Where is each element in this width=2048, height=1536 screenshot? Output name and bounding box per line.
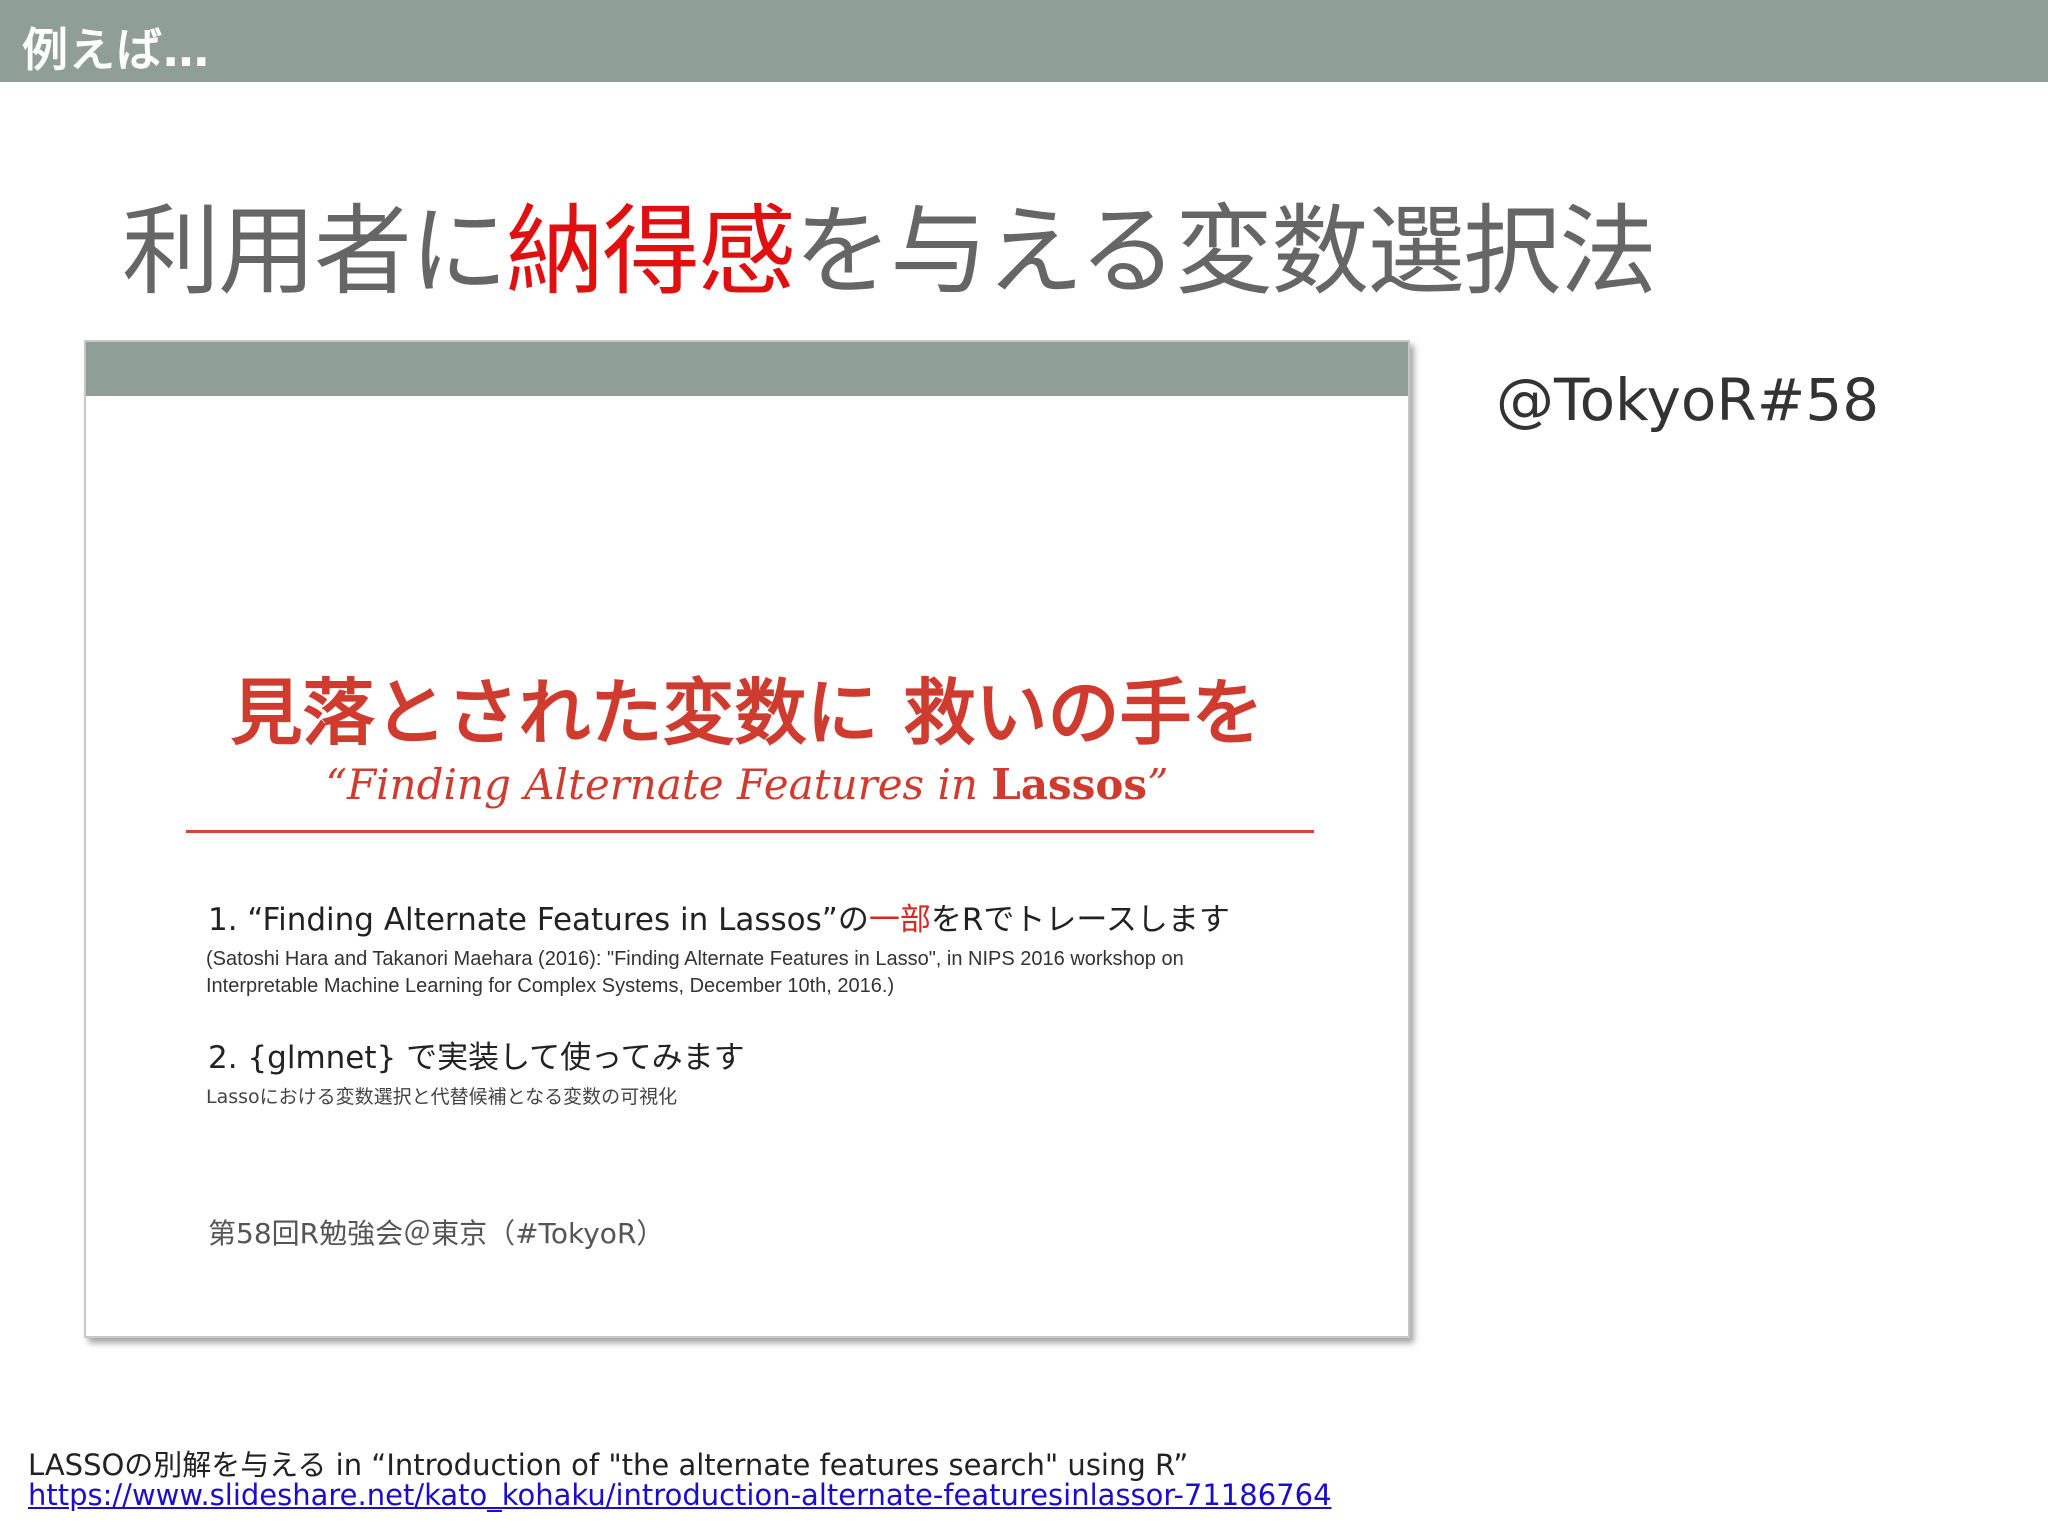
embedded-slide-screenshot: 見落とされた変数に 救いの手を “Finding Alternate Featu… — [84, 340, 1410, 1338]
embedded-subtitle: “Finding Alternate Features in Lassos” — [86, 760, 1408, 809]
item1-highlight: 一部 — [868, 902, 931, 938]
headline-part2: を与える変数選択法 — [794, 195, 1657, 309]
headline-accent: 納得感 — [506, 195, 796, 309]
embedded-citation: (Satoshi Hara and Takanori Maehara (2016… — [206, 946, 1184, 1000]
slide-headline: 利用者に納得感を与える変数選択法 — [122, 172, 1657, 314]
embedded-header-bar — [86, 342, 1408, 396]
citation-line-2: Interpretable Machine Learning for Compl… — [206, 975, 895, 997]
headline-part1: 利用者に — [122, 195, 508, 309]
embedded-subtitle-end: ” — [1147, 760, 1169, 809]
embedded-item-2: 2. {glmnet} で実装して使ってみます — [208, 1040, 745, 1076]
item1-prefix: 1. “Finding Alternate Features in Lassos… — [208, 902, 869, 938]
item1-suffix: をRでトレースします — [930, 902, 1230, 938]
citation-line-1: (Satoshi Hara and Takanori Maehara (2016… — [206, 948, 1184, 970]
embedded-subtitle-bold: Lassos — [991, 760, 1147, 809]
embedded-subtitle-main: “Finding Alternate Features in — [325, 760, 992, 809]
header-title: 例えば… — [22, 23, 210, 77]
embedded-title: 見落とされた変数に 救いの手を — [230, 671, 1264, 755]
event-tag: @TokyoR#58 — [1496, 366, 1880, 434]
embedded-item-1: 1. “Finding Alternate Features in Lassos… — [208, 894, 1230, 939]
embedded-item-2-sub: Lassoにおける変数選択と代替候補となる変数の可視化 — [206, 1086, 678, 1108]
embedded-footer: 第58回R勉強会＠東京（#TokyoR） — [208, 1217, 665, 1250]
header-bar: 例えば… — [0, 0, 2048, 82]
source-link[interactable]: https://www.slideshare.net/kato_kohaku/i… — [28, 1478, 1332, 1512]
slide: 例えば… 利用者に納得感を与える変数選択法 @TokyoR#58 見落とされた変… — [0, 0, 2048, 1536]
embedded-divider — [186, 830, 1314, 833]
